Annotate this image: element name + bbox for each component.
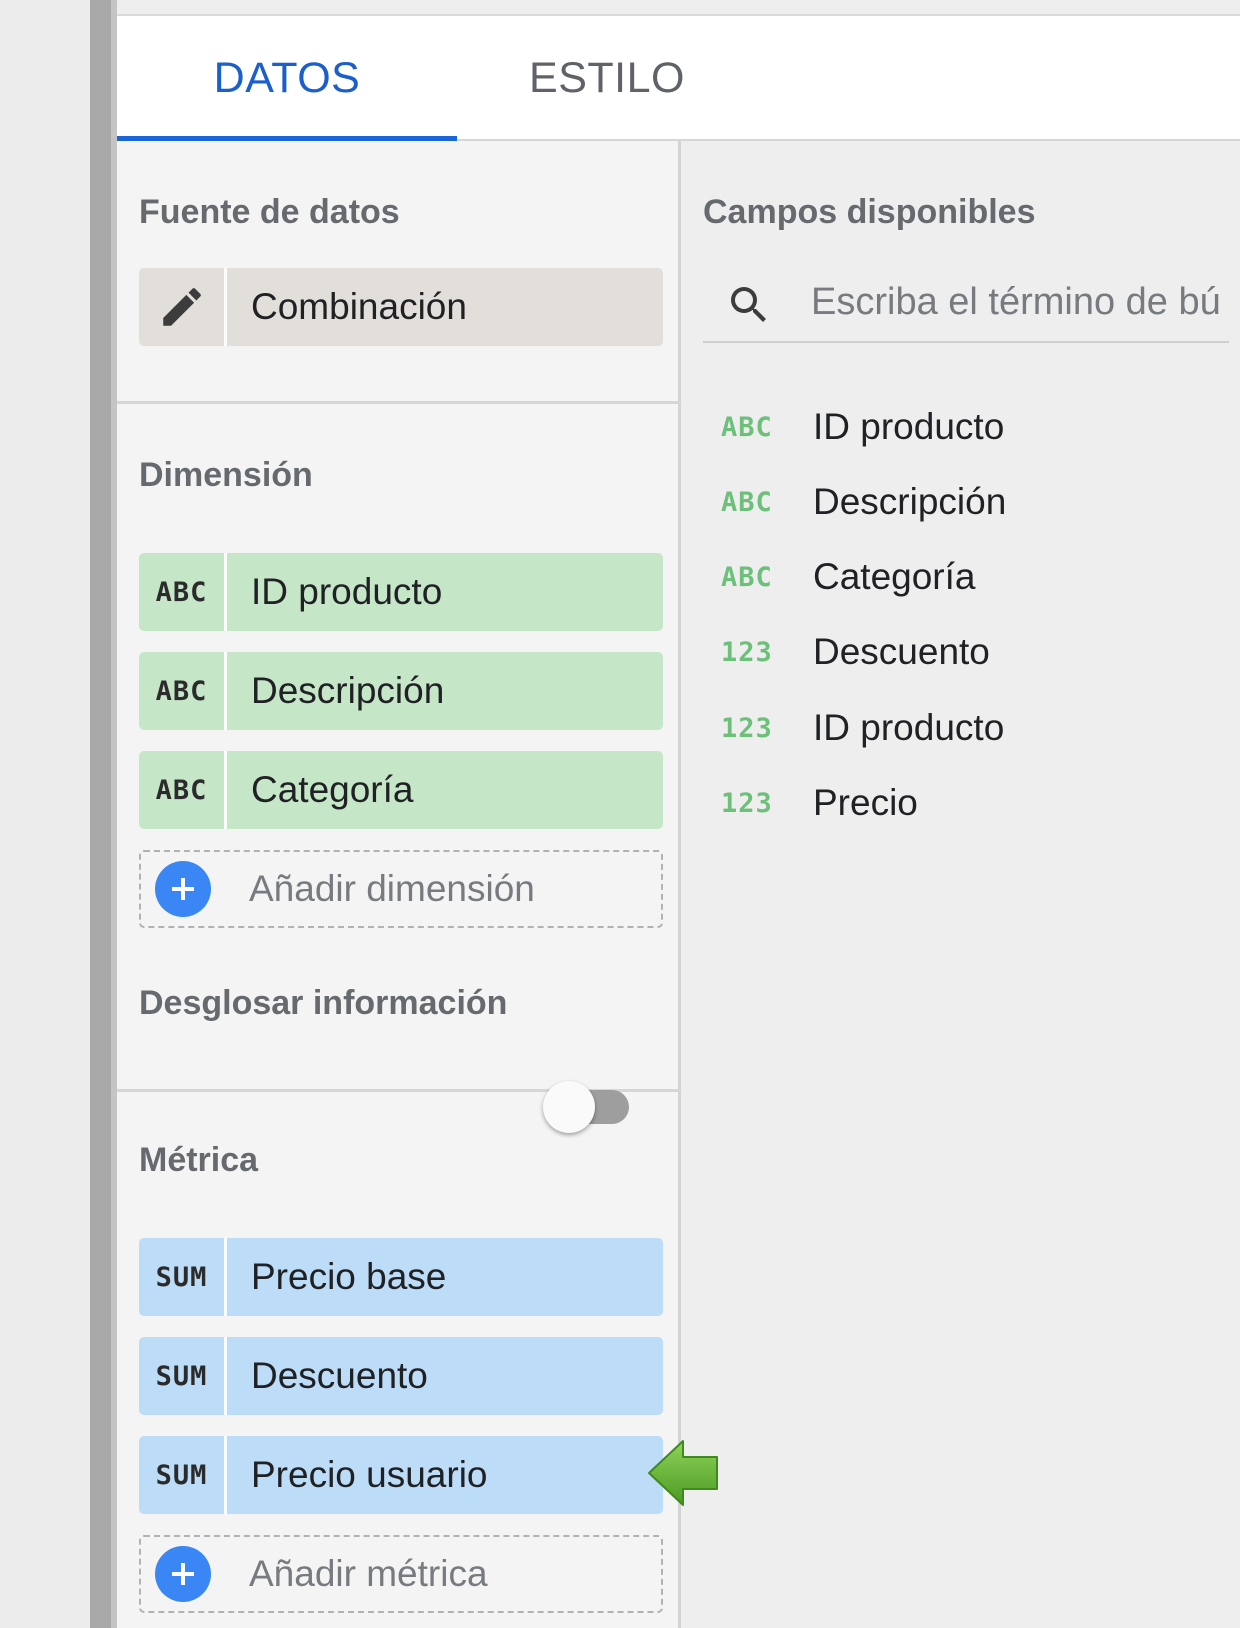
add-dimension-button[interactable]: Añadir dimensión: [139, 850, 663, 928]
available-field[interactable]: 123 ID producto: [703, 691, 1229, 765]
text-type-icon: ABC: [139, 652, 227, 730]
field-label: Descuento: [813, 631, 990, 672]
search-input[interactable]: [811, 271, 1221, 333]
toggle-knob: [543, 1081, 595, 1133]
metric-title: Métrica: [139, 1141, 259, 1179]
available-field[interactable]: ABC ID producto: [703, 390, 1229, 464]
available-field[interactable]: ABC Descripción: [703, 465, 1229, 539]
text-type-icon: ABC: [139, 751, 227, 829]
metric-chip[interactable]: SUM Descuento: [139, 1337, 663, 1415]
aggregation-tag: SUM: [155, 1261, 208, 1293]
number-type-icon: 123: [721, 636, 773, 668]
metric-chip[interactable]: SUM Precio base: [139, 1238, 663, 1316]
field-label: ID producto: [813, 707, 1005, 748]
search-icon: [731, 287, 766, 322]
available-fields-panel: Campos disponibles ABC ID producto ABC D…: [681, 141, 1240, 1628]
drilldown-toggle[interactable]: [529, 1071, 639, 1141]
tab-bar: DATOS ESTILO: [117, 14, 1240, 141]
background-panel: [0, 0, 90, 1628]
available-fields-title: Campos disponibles: [703, 193, 1036, 231]
metric-label: Descuento: [251, 1355, 428, 1396]
data-config-panel: Fuente de datos Combinación Dimensión AB…: [117, 141, 681, 1628]
pencil-icon[interactable]: [139, 268, 227, 346]
add-dimension-label: Añadir dimensión: [249, 868, 535, 909]
drilldown-title: Desglosar información: [139, 984, 508, 1022]
aggregation-tag: SUM: [155, 1360, 208, 1392]
type-tag: ABC: [155, 774, 208, 806]
text-type-icon: ABC: [721, 561, 773, 593]
aggregation-icon[interactable]: SUM: [139, 1337, 227, 1415]
dimension-label: ID producto: [251, 571, 443, 612]
add-metric-button[interactable]: Añadir métrica: [139, 1535, 663, 1613]
field-label: Descripción: [813, 481, 1007, 522]
metric-label: Precio base: [251, 1256, 447, 1297]
data-source-name: Combinación: [251, 286, 467, 327]
metric-chip[interactable]: SUM Precio usuario: [139, 1436, 663, 1514]
plus-icon: [155, 861, 211, 917]
dimension-title: Dimensión: [139, 456, 313, 494]
add-metric-label: Añadir métrica: [249, 1553, 488, 1594]
available-field[interactable]: 123 Precio: [703, 766, 1229, 840]
text-type-icon: ABC: [721, 486, 773, 518]
data-source-chip[interactable]: Combinación: [139, 268, 663, 346]
number-type-icon: 123: [721, 712, 773, 744]
tab-estilo[interactable]: ESTILO: [457, 16, 757, 141]
field-label: Categoría: [813, 556, 976, 597]
aggregation-icon[interactable]: SUM: [139, 1436, 227, 1514]
aggregation-icon[interactable]: SUM: [139, 1238, 227, 1316]
text-type-icon: ABC: [139, 553, 227, 631]
dimension-chip[interactable]: ABC ID producto: [139, 553, 663, 631]
field-label: Precio: [813, 782, 918, 823]
plus-icon: [155, 1546, 211, 1602]
available-field[interactable]: ABC Categoría: [703, 540, 1229, 614]
tab-datos[interactable]: DATOS: [117, 16, 457, 141]
field-label: ID producto: [813, 406, 1005, 447]
number-type-icon: 123: [721, 787, 773, 819]
dimension-chip[interactable]: ABC Categoría: [139, 751, 663, 829]
field-search: [703, 263, 1229, 343]
pointer-arrow-icon: [648, 1440, 718, 1506]
dimension-label: Descripción: [251, 670, 445, 711]
text-type-icon: ABC: [721, 411, 773, 443]
type-tag: ABC: [155, 576, 208, 608]
metric-label: Precio usuario: [251, 1454, 488, 1495]
section-divider: [117, 401, 681, 404]
panel-edge: [90, 0, 117, 1628]
aggregation-tag: SUM: [155, 1459, 208, 1491]
available-field[interactable]: 123 Descuento: [703, 615, 1229, 689]
dimension-chip[interactable]: ABC Descripción: [139, 652, 663, 730]
data-source-title: Fuente de datos: [139, 193, 400, 231]
type-tag: ABC: [155, 675, 208, 707]
dimension-label: Categoría: [251, 769, 414, 810]
